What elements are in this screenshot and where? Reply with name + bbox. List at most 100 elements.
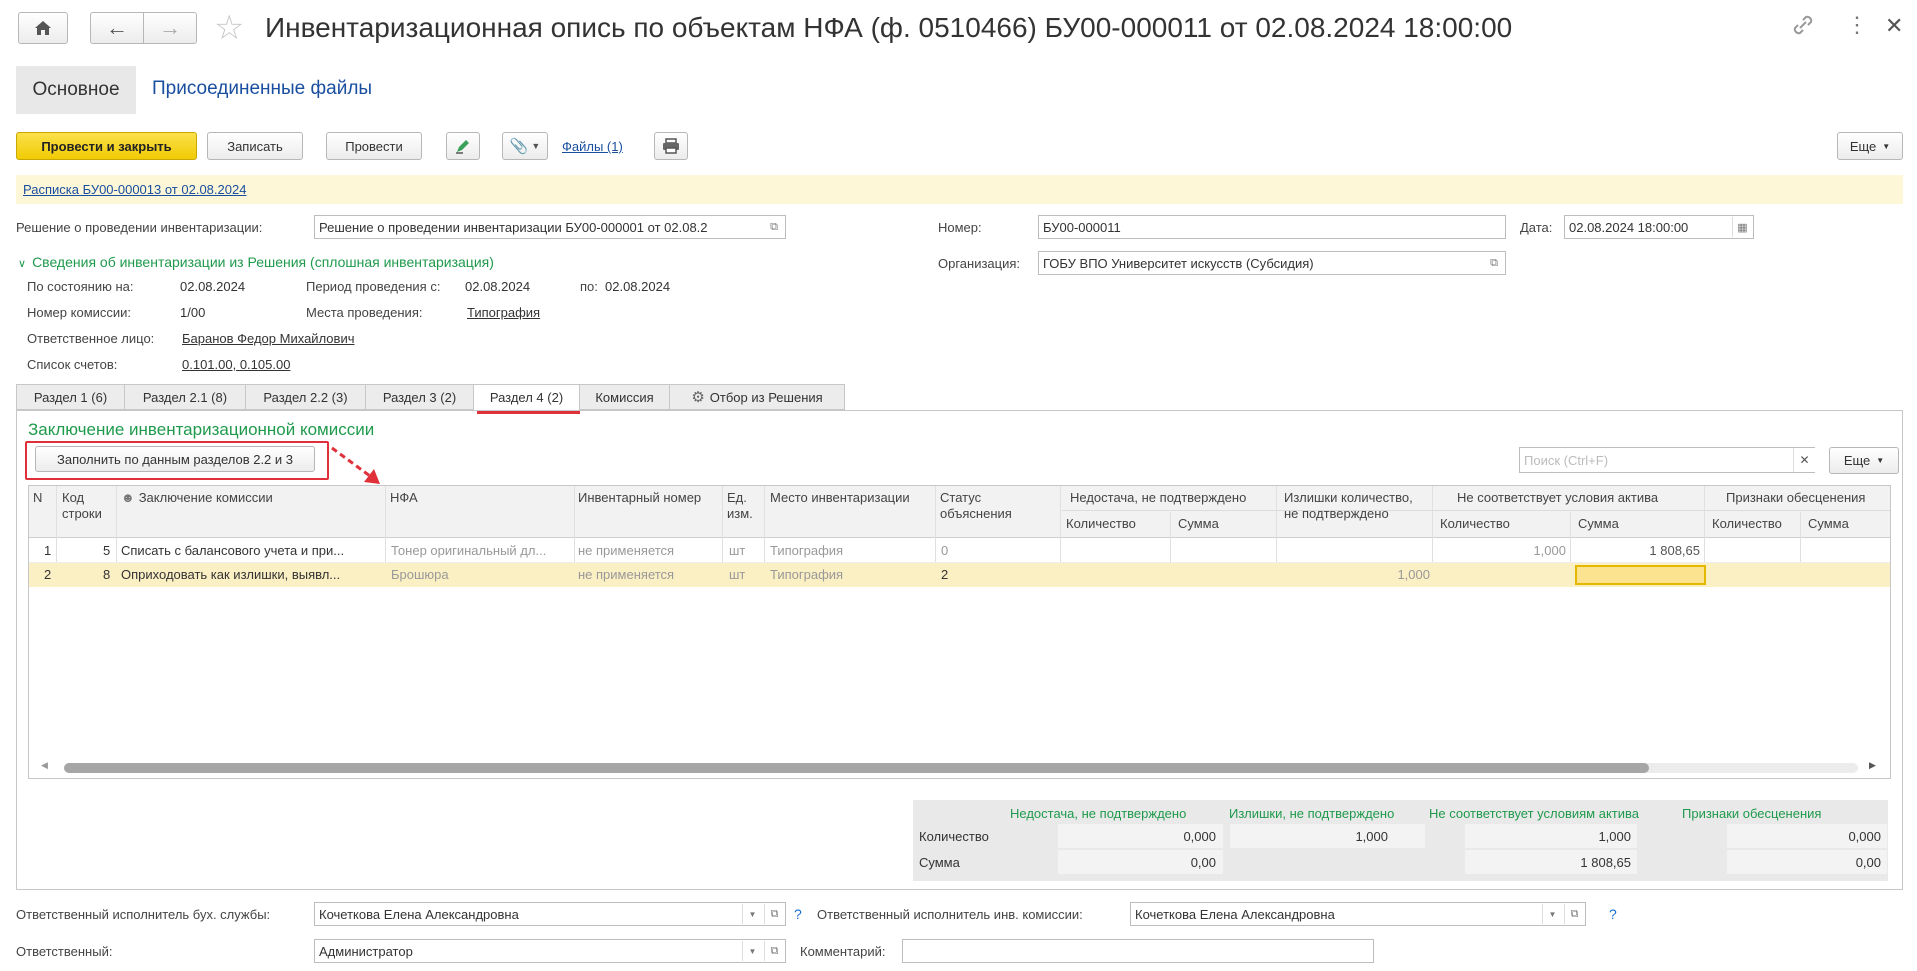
inv-exec-value: Кочеткова Елена Александровна xyxy=(1135,906,1335,922)
receipt-banner xyxy=(16,175,1903,204)
th-nonconformity: Не соответствует условия актива xyxy=(1457,490,1659,505)
favorite-star-icon[interactable]: ☆ xyxy=(214,10,244,46)
tab-commission[interactable]: Комиссия xyxy=(579,384,670,410)
th-status-2: объяснения xyxy=(940,506,1012,521)
forward-button[interactable]: → xyxy=(143,12,197,44)
accounts-link[interactable]: 0.101.00, 0.105.00 xyxy=(182,357,290,372)
places-link[interactable]: Типография xyxy=(467,305,540,320)
nav-tab-attached-files[interactable]: Присоединенные файлы xyxy=(152,78,372,100)
number-field[interactable]: БУ00-000011 xyxy=(1038,215,1506,239)
edit-sign-button[interactable] xyxy=(446,132,480,160)
responsible-value: Администратор xyxy=(319,943,413,959)
open-icon[interactable]: ⧉ xyxy=(764,217,784,237)
scroll-left-icon[interactable]: ◀ xyxy=(41,760,48,771)
row2-unit: шт xyxy=(729,567,746,582)
th-shortage-qty: Количество xyxy=(1066,516,1136,531)
dropdown-arrow-icon[interactable]: ▼ xyxy=(1542,904,1562,924)
acc-exec-label: Ответственный исполнитель бух. службы: xyxy=(16,907,271,922)
date-field[interactable]: 02.08.2024 18:00:00 ▦ xyxy=(1564,215,1754,239)
save-button[interactable]: Записать xyxy=(207,132,303,160)
totals-sum-label: Сумма xyxy=(919,855,960,870)
calendar-icon[interactable]: ▦ xyxy=(1732,217,1752,237)
tab-section-1[interactable]: Раздел 1 (6) xyxy=(16,384,125,410)
search-input[interactable]: Поиск (Ctrl+F) xyxy=(1519,447,1815,473)
responsible-person-link[interactable]: Баранов Федор Михайлович xyxy=(182,331,354,346)
row1-nc-sum: 1 808,65 xyxy=(1649,543,1700,558)
tab-decision-filter-label: Отбор из Решения xyxy=(709,389,823,405)
open-icon[interactable]: ⧉ xyxy=(1484,253,1504,273)
print-button[interactable] xyxy=(654,132,688,160)
post-button[interactable]: Провести xyxy=(326,132,422,160)
header-subdivider xyxy=(1062,510,1890,511)
scrollbar-thumb[interactable] xyxy=(64,763,1649,773)
row2-surplus: 1,000 xyxy=(1397,567,1430,582)
search-placeholder: Поиск (Ctrl+F) xyxy=(1524,452,1609,468)
row1-nfa: Тонер оригинальный дл... xyxy=(391,543,547,558)
dropdown-arrow-icon: ▼ xyxy=(531,141,541,151)
menu-dots-icon[interactable]: ⋮ xyxy=(1846,12,1868,38)
dropdown-arrow-icon[interactable]: ▼ xyxy=(742,904,762,924)
back-button[interactable]: ← xyxy=(90,12,144,44)
post-and-close-button[interactable]: Провести и закрыть xyxy=(16,132,197,160)
organization-value: ГОБУ ВПО Университет искусств (Субсидия) xyxy=(1043,255,1314,271)
period-from-value: 02.08.2024 xyxy=(465,279,531,294)
comment-label: Комментарий: xyxy=(800,944,886,959)
th-shortage: Недостача, не подтверждено xyxy=(1070,490,1247,505)
open-icon[interactable]: ⧉ xyxy=(764,941,784,961)
row2-code: 8 xyxy=(103,567,111,582)
th-unit-1: Ед. xyxy=(727,490,747,505)
th-nonconformity-qty: Количество xyxy=(1440,516,1510,531)
dropdown-arrow-icon[interactable]: ▼ xyxy=(742,941,762,961)
responsible-field[interactable]: Администратор ▼ ⧉ xyxy=(314,939,786,963)
th-impairment: Признаки обесценения xyxy=(1726,490,1866,505)
tab-decision-filter[interactable]: ⚙ Отбор из Решения xyxy=(669,384,845,410)
commission-label: Номер комиссии: xyxy=(27,305,132,320)
printer-icon xyxy=(663,138,679,154)
link-icon[interactable] xyxy=(1790,12,1816,41)
th-place: Место инвентаризации xyxy=(770,490,910,505)
date-value: 02.08.2024 18:00:00 xyxy=(1569,219,1689,235)
inv-exec-field[interactable]: Кочеткова Елена Александровна ▼ ⧉ xyxy=(1130,902,1586,926)
info-collapse-header[interactable]: ∨ Сведения об инвентаризации из Решения (… xyxy=(18,254,494,270)
help-icon[interactable]: ? xyxy=(794,906,802,922)
clear-search-button[interactable]: ✕ xyxy=(1793,448,1815,472)
home-button[interactable] xyxy=(18,12,68,44)
acc-exec-field[interactable]: Кочеткова Елена Александровна ▼ ⧉ xyxy=(314,902,786,926)
decision-field[interactable]: Решение о проведении инвентаризации БУ00… xyxy=(314,215,786,239)
receipt-link[interactable]: Расписка БУ00-000013 от 02.08.2024 xyxy=(23,182,246,197)
inv-exec-label: Ответственный исполнитель инв. комиссии: xyxy=(817,907,1083,922)
scroll-right-icon[interactable]: ▶ xyxy=(1869,760,1876,771)
comment-field[interactable] xyxy=(902,939,1374,963)
section-title: Заключение инвентаризационной комиссии xyxy=(28,420,375,439)
row1-unit: шт xyxy=(729,543,746,558)
help-icon[interactable]: ? xyxy=(1609,906,1617,922)
th-conclusion: ☻ Заключение комиссии xyxy=(121,490,273,506)
active-cell[interactable] xyxy=(1575,565,1706,585)
organization-field[interactable]: ГОБУ ВПО Университет искусств (Субсидия)… xyxy=(1038,251,1506,275)
close-icon[interactable]: ✕ xyxy=(1885,13,1903,39)
tab-section-3[interactable]: Раздел 3 (2) xyxy=(365,384,474,410)
th-unit-2: изм. xyxy=(727,506,753,521)
tab-section-2-1[interactable]: Раздел 2.1 (8) xyxy=(124,384,246,410)
accounts-label: Список счетов: xyxy=(27,357,118,372)
gear-icon: ⚙ xyxy=(691,389,705,406)
th-conclusion-label: Заключение комиссии xyxy=(138,490,273,505)
tab-section-2-2[interactable]: Раздел 2.2 (3) xyxy=(245,384,366,410)
row2-nfa: Брошюра xyxy=(391,567,449,582)
row1-nc-qty: 1,000 xyxy=(1533,543,1566,558)
open-icon[interactable]: ⧉ xyxy=(764,904,784,924)
row2-conclusion: Оприходовать как излишки, выявл... xyxy=(121,567,341,582)
totals-sum-nonconformity: 1 808,65 xyxy=(1580,855,1631,870)
org-label: Организация: xyxy=(938,256,1021,271)
more-button[interactable]: Еще ▼ xyxy=(1837,132,1903,160)
open-icon[interactable]: ⧉ xyxy=(1564,904,1584,924)
nav-tab-main[interactable]: Основное xyxy=(16,66,136,114)
row1-inv: не применяется xyxy=(578,543,675,558)
th-inventory-number: Инвентарный номер xyxy=(578,490,702,505)
files-link[interactable]: Файлы (1) xyxy=(562,139,623,154)
attach-button[interactable]: 📎 ▼ xyxy=(502,132,548,160)
tab-section-4[interactable]: Раздел 4 (2) xyxy=(473,384,580,411)
commission-value: 1/00 xyxy=(180,305,206,320)
table-more-button[interactable]: Еще ▼ xyxy=(1829,447,1899,474)
fill-button-highlight xyxy=(25,441,329,480)
